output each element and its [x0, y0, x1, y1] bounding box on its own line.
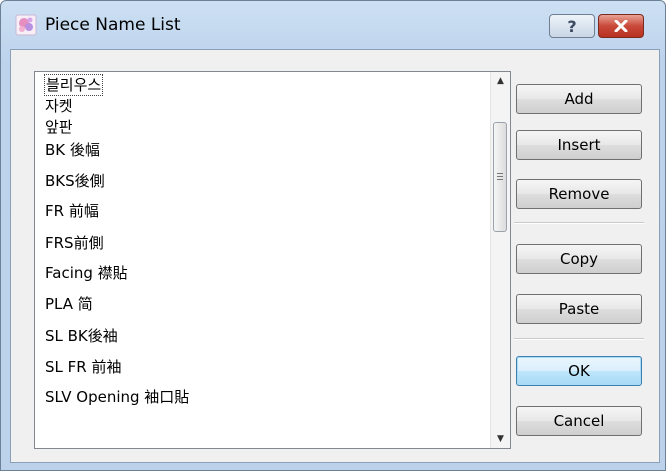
paste-button[interactable]: Paste: [516, 294, 642, 324]
list-item[interactable]: FRS前側: [45, 229, 104, 257]
add-button[interactable]: Add: [516, 84, 642, 114]
list-item[interactable]: SL FR 前袖: [45, 353, 121, 381]
scroll-thumb[interactable]: [493, 122, 507, 232]
insert-button[interactable]: Insert: [516, 130, 642, 160]
list-item[interactable]: BK 後幅: [45, 136, 100, 164]
vertical-scrollbar[interactable]: ▲ ▼: [490, 72, 510, 448]
cancel-button[interactable]: Cancel: [516, 406, 642, 436]
dialog-client-area: 블리우스 자켓 앞판 BK 後幅 BKS後側 FR 前幅 FRS前側 Facing 襟貼 PLA…: [10, 49, 660, 463]
list-item[interactable]: PLA 简: [45, 290, 93, 318]
help-button[interactable]: ?: [549, 14, 595, 38]
help-icon: ?: [567, 16, 577, 36]
grip-line: [497, 179, 503, 180]
ok-button[interactable]: OK: [516, 356, 642, 386]
list-item[interactable]: SL BK後袖: [45, 322, 118, 350]
app-icon: [15, 14, 37, 36]
button-separator: [514, 222, 644, 224]
list-item[interactable]: SLV Opening 袖口貼: [45, 383, 189, 411]
grip-line: [497, 176, 503, 177]
piece-name-listbox[interactable]: 블리우스 자켓 앞판 BK 後幅 BKS後側 FR 前幅 FRS前側 Facing 襟貼 PLA…: [34, 71, 511, 449]
title-bar[interactable]: Piece Name List ?: [1, 1, 665, 47]
list-item[interactable]: FR 前幅: [45, 197, 99, 225]
copy-button[interactable]: Copy: [516, 244, 642, 274]
piece-name-list-dialog: Piece Name List ? 블리우스 자켓 앞판 BK 後幅 BKS後側 FR 前…: [0, 0, 666, 471]
grip-line: [497, 173, 503, 174]
scroll-up-arrow-icon[interactable]: ▲: [491, 72, 510, 90]
button-separator: [514, 338, 644, 340]
list-item[interactable]: Facing 襟貼: [45, 259, 128, 287]
remove-button[interactable]: Remove: [516, 179, 642, 209]
window-title: Piece Name List: [45, 15, 181, 35]
scroll-down-arrow-icon[interactable]: ▼: [491, 430, 510, 448]
list-item[interactable]: BKS後側: [45, 167, 105, 195]
close-x-icon: [614, 20, 628, 32]
close-button[interactable]: [598, 14, 644, 38]
